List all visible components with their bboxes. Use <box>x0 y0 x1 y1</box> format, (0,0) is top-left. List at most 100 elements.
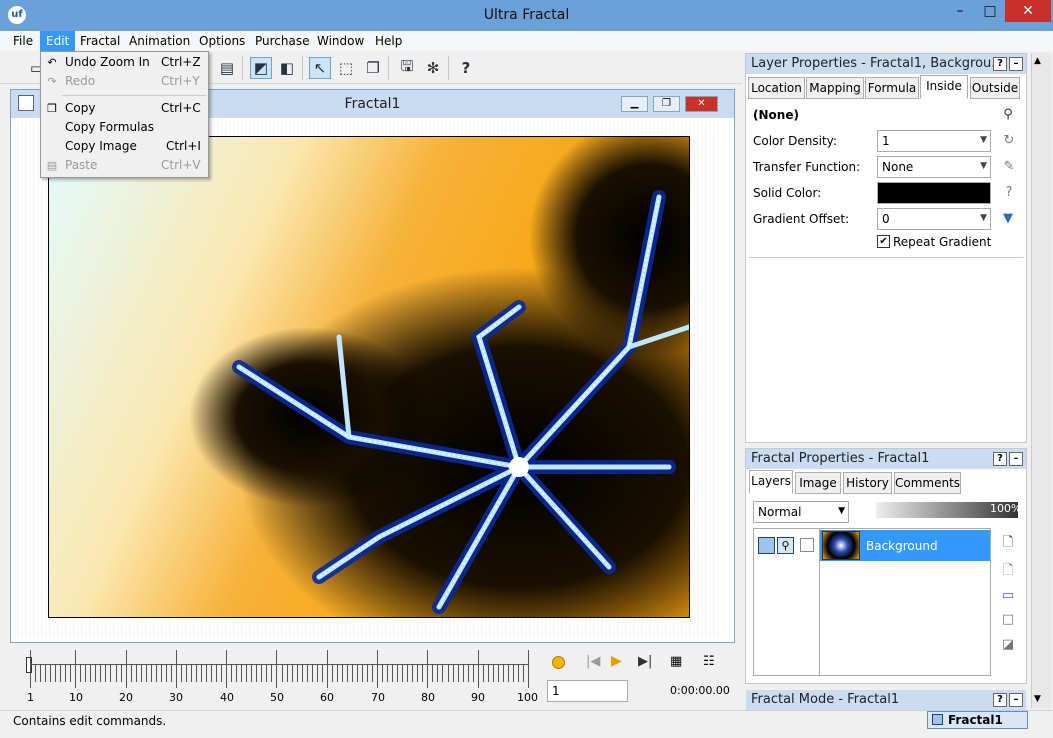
tab-outside[interactable]: Outside <box>970 77 1020 99</box>
panel-minimize-button[interactable]: – <box>1009 452 1023 466</box>
panel-minimize-button[interactable]: – <box>1009 693 1023 707</box>
timeline-tick <box>110 664 112 682</box>
timeline-tick <box>372 664 374 682</box>
close-button[interactable]: ✕ <box>1005 0 1051 22</box>
tick-label: 10 <box>69 691 83 704</box>
minimize-button[interactable]: – <box>946 0 974 22</box>
timeline-tick <box>502 664 504 682</box>
timeline-tick <box>140 664 142 682</box>
timeline-tick <box>160 664 162 682</box>
timeline-tick <box>236 664 238 682</box>
tab-formula[interactable]: Formula <box>865 77 919 99</box>
menu-fractal[interactable]: Fractal <box>74 31 126 51</box>
menu-purchase[interactable]: Purchase <box>249 31 316 51</box>
edit-transfer-icon[interactable]: ✎ <box>1000 158 1018 176</box>
keyframe-list-icon[interactable]: ☷ <box>703 654 715 669</box>
tick-label: 20 <box>119 691 133 704</box>
help-icon[interactable]: ? <box>455 57 477 79</box>
fractal-image[interactable] <box>48 136 690 618</box>
menu-copy[interactable]: Copy <box>65 101 95 115</box>
menu-copy-formulas[interactable]: Copy Formulas <box>65 120 154 134</box>
record-key-icon[interactable] <box>552 656 565 669</box>
menu-redo[interactable]: Redo <box>65 74 95 88</box>
menu-window[interactable]: Window <box>311 31 370 51</box>
add-group-icon[interactable]: ▭ <box>999 587 1017 605</box>
next-key-icon[interactable]: ▶| <box>638 654 652 669</box>
pointer-tool-icon[interactable]: ↖ <box>309 57 331 79</box>
tick-label: 90 <box>471 691 485 704</box>
gradient-offset-field[interactable]: 0 ▼ <box>877 208 991 230</box>
help-icon[interactable]: ? <box>1000 184 1018 202</box>
save-icon[interactable]: 🖫 <box>396 57 418 79</box>
add-layer-icon[interactable]: 🗋 <box>999 534 1017 552</box>
timeline-tick <box>477 650 479 688</box>
repeat-gradient-checkbox[interactable]: ✔ <box>877 235 890 248</box>
menu-paste[interactable]: Paste <box>65 158 97 172</box>
doc-minimize-button[interactable]: ▁ <box>621 96 648 112</box>
delete-layer-icon[interactable]: □ <box>999 611 1017 629</box>
timeline-tick <box>221 664 223 682</box>
tab-history[interactable]: History <box>843 472 892 494</box>
timeline-tick <box>60 664 62 682</box>
tab-comments[interactable]: Comments <box>894 472 961 494</box>
doc-restore-button[interactable]: ❐ <box>653 96 680 112</box>
timeline-tick <box>442 664 444 682</box>
blend-mode-select[interactable]: Normal ▼ <box>753 501 849 523</box>
panel-help-button[interactable]: ? <box>993 57 1007 71</box>
tick-label: 80 <box>421 691 435 704</box>
timeline-tick <box>231 664 233 682</box>
layer-zoom-icon[interactable]: ⚲ <box>777 537 794 554</box>
fractal-window-icon <box>932 714 943 725</box>
timeline-tick <box>382 664 384 682</box>
frame-number-input[interactable]: 1 <box>547 680 628 702</box>
zoom-box-icon[interactable]: ⬚ <box>335 57 357 79</box>
menu-edit[interactable]: Edit <box>40 31 76 51</box>
doc-close-button[interactable]: ✕ <box>685 96 718 112</box>
triangle-down-icon[interactable]: ▼ <box>999 210 1017 228</box>
menu-undo-zoom-in[interactable]: Undo Zoom In <box>65 55 150 69</box>
timeline-tick <box>457 664 459 682</box>
play-icon[interactable]: ▶ <box>611 653 622 669</box>
browse-formula-icon[interactable]: ⚲ <box>999 106 1017 124</box>
transfer-function-select[interactable]: None ▼ <box>877 156 991 178</box>
tab-image[interactable]: Image <box>795 472 841 494</box>
solid-color-swatch[interactable] <box>877 182 991 204</box>
view-gradient-icon[interactable]: ◧ <box>276 57 298 79</box>
tab-location[interactable]: Location <box>748 77 805 99</box>
merge-layer-icon[interactable]: ◪ <box>999 636 1017 654</box>
scroll-up-icon[interactable]: ▲ <box>1034 56 1041 66</box>
windows-icon[interactable]: ❐ <box>362 57 384 79</box>
color-density-field[interactable]: 1 ▼ <box>877 130 991 152</box>
timeline-tick <box>175 650 177 688</box>
render-icon[interactable]: ✻ <box>422 57 444 79</box>
tab-layers[interactable]: Layers <box>749 470 793 494</box>
scroll-down-icon[interactable]: ▼ <box>1034 694 1041 704</box>
menu-animation[interactable]: Animation <box>123 31 196 51</box>
timeline-tick <box>206 664 208 682</box>
panel-help-button[interactable]: ? <box>993 452 1007 466</box>
menu-file[interactable]: File <box>7 31 39 51</box>
maximize-button[interactable]: □ <box>976 0 1004 22</box>
timeline-tick <box>135 664 137 682</box>
paste-toolbar-icon[interactable]: ▤ <box>216 57 238 79</box>
timeline-tick <box>150 664 152 682</box>
tab-inside[interactable]: Inside <box>920 75 968 99</box>
layer-visible-icon[interactable] <box>758 537 775 554</box>
reset-icon[interactable]: ↻ <box>1000 132 1018 150</box>
animation-settings-icon[interactable]: ▦ <box>670 654 682 669</box>
menu-help[interactable]: Help <box>369 31 408 51</box>
panel-help-button[interactable]: ? <box>993 693 1007 707</box>
timeline-tick <box>271 664 273 682</box>
timeline-tick <box>452 664 454 682</box>
menu-copy-image[interactable]: Copy Image <box>65 139 137 153</box>
layer-lock-checkbox[interactable] <box>800 538 814 552</box>
tick-label: 70 <box>371 691 385 704</box>
add-mask-icon[interactable]: 🗋 <box>999 562 1017 580</box>
tab-mapping[interactable]: Mapping <box>806 77 864 99</box>
side-scrollbar[interactable] <box>1031 53 1051 708</box>
view-fractal-icon[interactable]: ◩ <box>250 57 272 79</box>
menu-options[interactable]: Options <box>193 31 251 51</box>
timeline-slider-thumb[interactable] <box>26 657 32 673</box>
previous-key-icon[interactable]: |◀ <box>586 654 600 669</box>
panel-minimize-button[interactable]: – <box>1009 57 1023 71</box>
